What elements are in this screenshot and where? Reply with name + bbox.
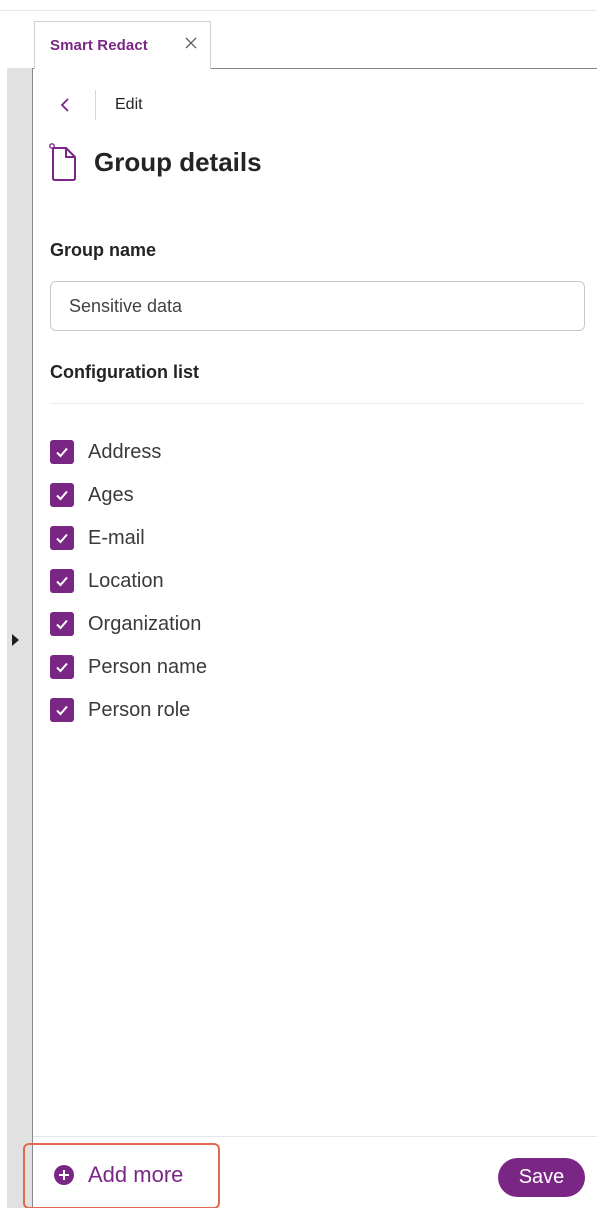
config-item-label: Person name: [88, 656, 207, 678]
back-button[interactable]: [55, 95, 75, 115]
document-icon: [47, 142, 79, 182]
config-item-label: Address: [88, 441, 162, 463]
configuration-divider: [50, 403, 585, 404]
tab-smart-redact[interactable]: Smart Redact: [34, 21, 211, 69]
config-item-label: Location: [88, 570, 164, 592]
checkbox-checked-icon[interactable]: [50, 655, 74, 679]
config-item-label: Ages: [88, 484, 134, 506]
save-button[interactable]: Save: [498, 1158, 585, 1197]
checkbox-checked-icon[interactable]: [50, 612, 74, 636]
group-name-input[interactable]: [50, 281, 585, 331]
config-item-label: Organization: [88, 613, 202, 635]
config-item-organization[interactable]: Organization: [50, 610, 207, 653]
config-item-ages[interactable]: Ages: [50, 481, 207, 524]
expand-arrow-icon[interactable]: [12, 634, 19, 646]
checkbox-checked-icon[interactable]: [50, 526, 74, 550]
page-title-row: Group details: [47, 142, 262, 182]
chevron-left-icon: [60, 98, 69, 112]
config-item-email[interactable]: E-mail: [50, 524, 207, 567]
config-item-person-name[interactable]: Person name: [50, 653, 207, 696]
checkbox-checked-icon[interactable]: [50, 698, 74, 722]
config-item-address[interactable]: Address: [50, 438, 207, 481]
header-divider: [95, 90, 96, 120]
group-name-label: Group name: [50, 240, 157, 260]
edit-label: Edit: [115, 96, 143, 113]
config-item-person-role[interactable]: Person role: [50, 696, 207, 739]
checkbox-checked-icon[interactable]: [50, 569, 74, 593]
checkbox-checked-icon[interactable]: [50, 483, 74, 507]
config-item-label: E-mail: [88, 527, 145, 549]
panel-header: Edit: [55, 90, 143, 120]
config-item-location[interactable]: Location: [50, 567, 207, 610]
collapsed-side-strip: [7, 68, 32, 1208]
side-panel: Edit Group details Group name Configurat…: [23, 68, 597, 1208]
footer-divider: [33, 1136, 597, 1137]
plus-circle-icon: [53, 1164, 75, 1186]
add-more-button[interactable]: Add more: [53, 1162, 183, 1188]
configuration-list: Address Ages E-mail Location Organizatio…: [50, 438, 207, 739]
config-item-label: Person role: [88, 699, 191, 721]
checkbox-checked-icon[interactable]: [50, 440, 74, 464]
top-divider: [0, 10, 597, 11]
close-icon[interactable]: [183, 35, 199, 51]
tab-title: Smart Redact: [50, 37, 148, 54]
configuration-list-label: Configuration list: [50, 362, 199, 382]
page-title: Group details: [94, 146, 262, 177]
add-more-label: Add more: [88, 1162, 184, 1187]
